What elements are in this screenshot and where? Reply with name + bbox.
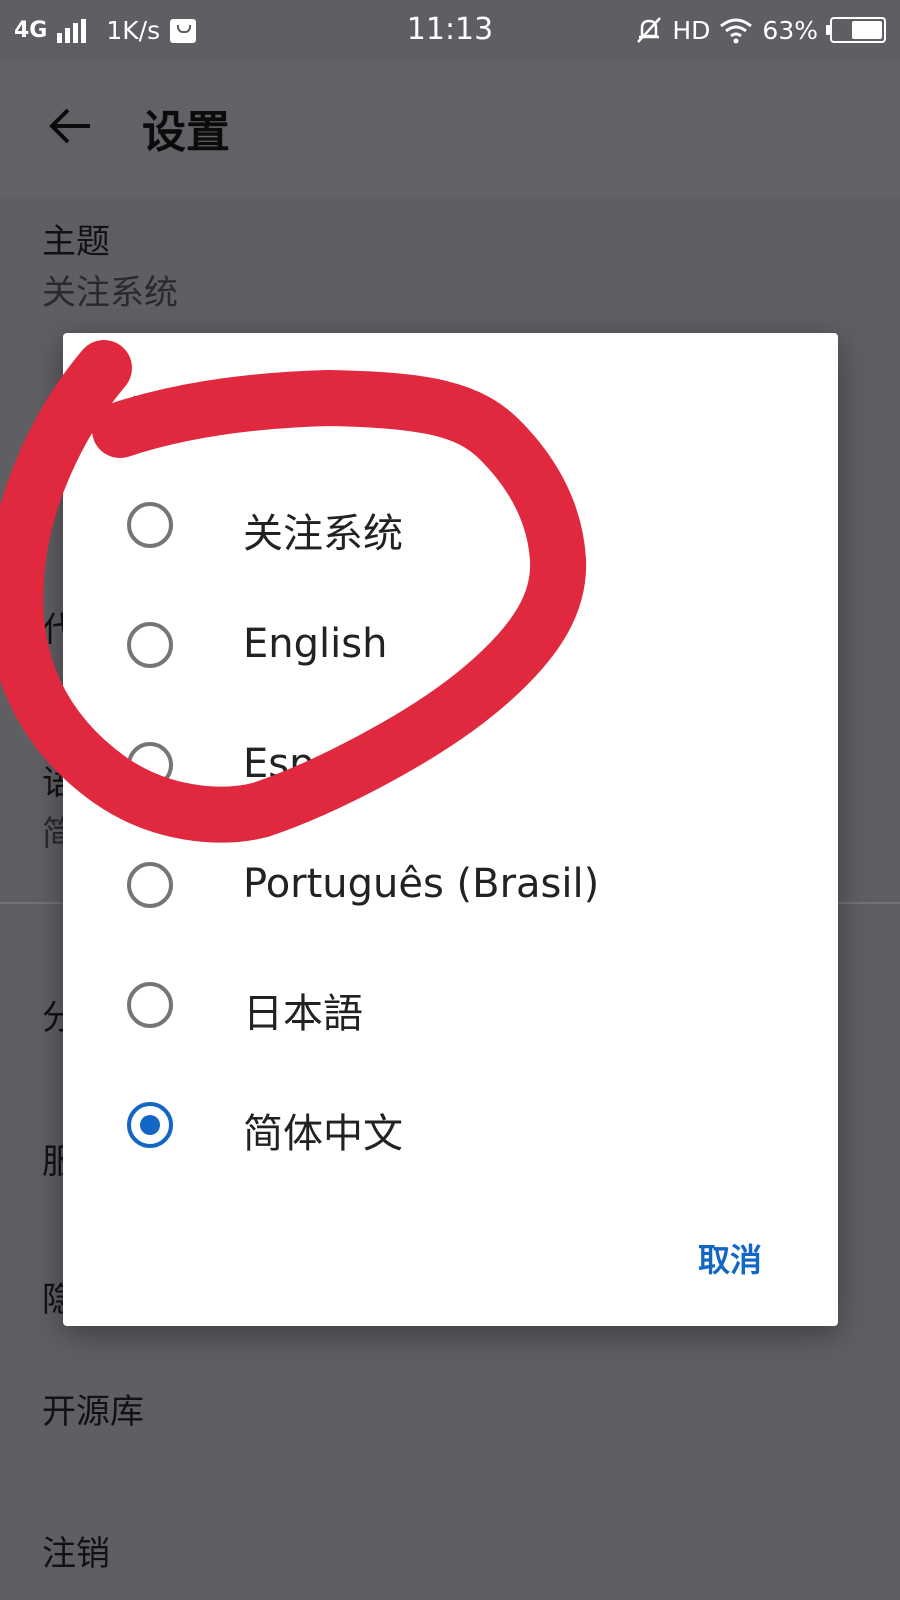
- dialog-title: 语言: [129, 392, 206, 436]
- hd-badge: HD: [672, 15, 711, 45]
- radio-button[interactable]: [127, 622, 173, 668]
- setting-theme-value: 关注系统: [42, 272, 178, 313]
- language-option[interactable]: 日本語: [63, 955, 838, 1055]
- radio-button[interactable]: [127, 1102, 173, 1148]
- cancel-button[interactable]: 取消: [698, 1235, 762, 1281]
- app-bar: 设置: [0, 62, 900, 198]
- language-option-label: 关注系统: [243, 511, 403, 557]
- setting-theme-label: 主题: [42, 222, 110, 262]
- settings-screen: 4G 1K/s 11:13 HD 63% 设置 主题 关注系统 计 代 语 简 …: [0, 0, 900, 1600]
- radio-selected-dot: [140, 1115, 160, 1135]
- status-right: HD 63%: [634, 15, 886, 45]
- language-option-label: English: [243, 621, 388, 667]
- mute-icon: [637, 17, 662, 43]
- radio-button[interactable]: [127, 982, 173, 1028]
- setting-logout-label: 注销: [42, 1534, 110, 1574]
- language-option-label: Português (Brasil): [243, 861, 600, 907]
- radio-button[interactable]: [127, 742, 173, 788]
- arrow-left-icon[interactable]: [48, 102, 94, 150]
- setting-theme[interactable]: 主题 关注系统: [42, 222, 178, 314]
- language-dialog: 语言 关注系统 English Español Português (Brasi…: [63, 333, 838, 1326]
- radio-button[interactable]: [127, 862, 173, 908]
- language-option[interactable]: 简体中文: [63, 1075, 838, 1175]
- radio-button[interactable]: [127, 502, 173, 548]
- battery-fill: [851, 21, 882, 39]
- setting-open-source-label: 开源库: [42, 1392, 144, 1432]
- language-option[interactable]: Español: [63, 715, 838, 815]
- status-bar: 4G 1K/s 11:13 HD 63%: [0, 0, 900, 62]
- setting-logout[interactable]: 注销: [42, 1534, 110, 1575]
- language-option-label: 日本語: [243, 991, 363, 1037]
- wifi-icon: [720, 18, 753, 44]
- language-option[interactable]: Português (Brasil): [63, 835, 838, 935]
- language-option[interactable]: English: [63, 595, 838, 695]
- setting-open-source[interactable]: 开源库: [42, 1392, 144, 1433]
- page-title: 设置: [142, 107, 230, 158]
- language-option-label: Español: [243, 741, 400, 787]
- language-option[interactable]: 关注系统: [63, 475, 838, 575]
- language-option-label: 简体中文: [243, 1111, 403, 1157]
- battery-percent: 63%: [762, 15, 818, 45]
- battery-icon: [826, 17, 886, 43]
